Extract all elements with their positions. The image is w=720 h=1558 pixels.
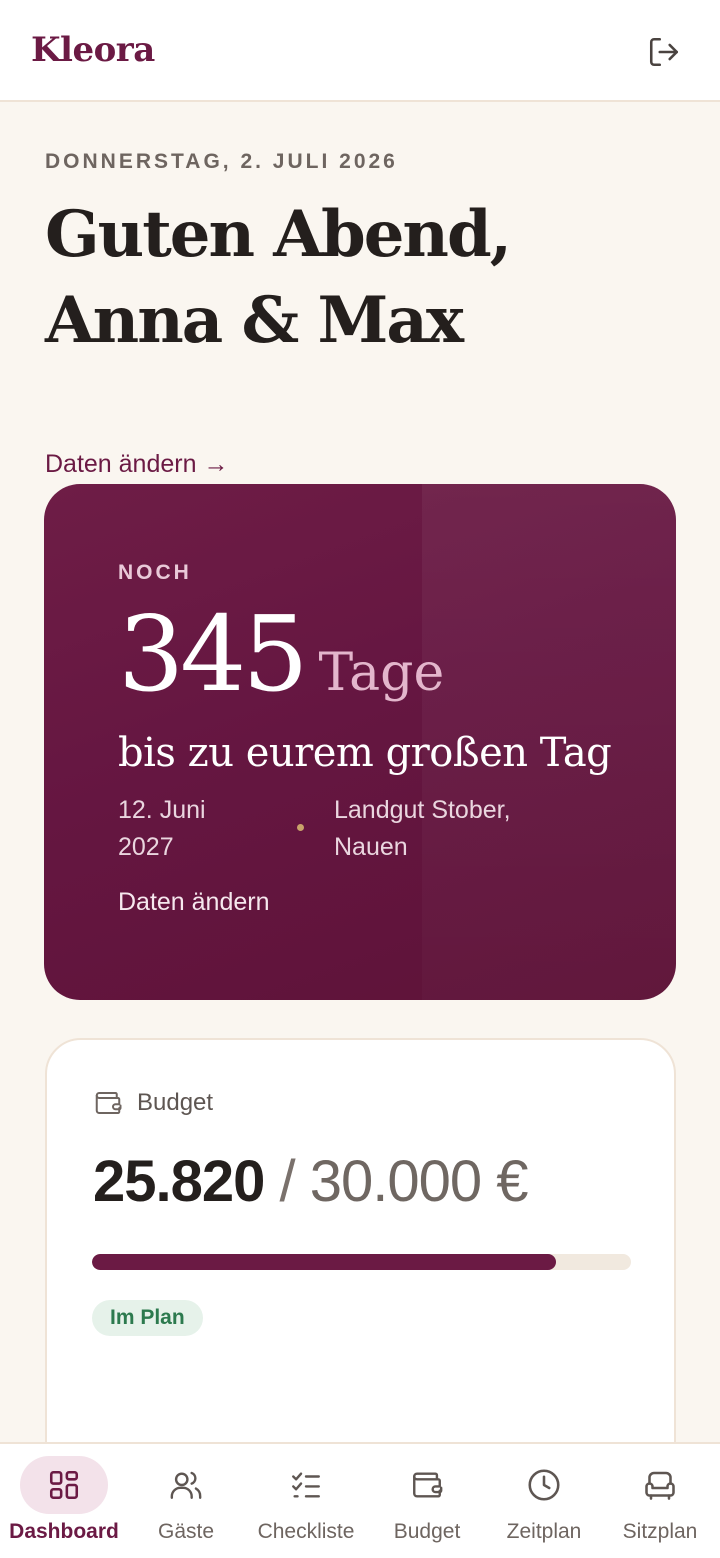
- countdown-unit: Tage: [318, 643, 445, 703]
- nav-label: Budget: [393, 1520, 461, 1543]
- budget-progress-bar: [92, 1254, 631, 1270]
- nav-icon-container: [262, 1456, 350, 1514]
- clock-icon: [528, 1469, 560, 1501]
- countdown-value: 345 Tage: [118, 596, 444, 712]
- wallet-icon: [413, 1472, 443, 1498]
- nav-label: Sitzplan: [622, 1520, 698, 1543]
- countdown-days: 345: [118, 593, 309, 715]
- dashboard-icon: [49, 1470, 79, 1500]
- nav-label: Checkliste: [257, 1520, 355, 1543]
- budget-separator: /: [264, 1149, 310, 1214]
- top-bar: Kleora: [0, 0, 720, 102]
- greeting-title: Guten Abend, Anna & Max: [45, 197, 512, 358]
- budget-total: 30.000 €: [309, 1149, 529, 1214]
- guests-icon: [170, 1471, 202, 1499]
- logout-icon: [649, 37, 679, 67]
- app-screen: Kleora DONNERSTAG, 2. JULI 2026 Guten Ab…: [0, 0, 720, 1558]
- status-badge: Im Plan: [92, 1300, 203, 1336]
- budget-spent: 25.820: [93, 1149, 265, 1214]
- current-date: DONNERSTAG, 2. JULI 2026: [45, 150, 398, 173]
- wedding-location: Landgut Stober, Nauen: [334, 796, 511, 861]
- nav-label: Gäste: [157, 1520, 215, 1543]
- logout-button[interactable]: [644, 32, 684, 72]
- brand-logo[interactable]: Kleora: [31, 30, 155, 70]
- nav-icon-container: [20, 1456, 108, 1514]
- countdown-card: NOCH 345 Tage bis zu eurem großen Tag 12…: [44, 484, 676, 1000]
- nav-label: Dashboard: [9, 1520, 119, 1543]
- budget-header: Budget: [93, 1088, 213, 1118]
- nav-label: Zeitplan: [506, 1520, 582, 1543]
- budget-progress-fill: [92, 1254, 556, 1270]
- countdown-label: NOCH: [118, 561, 192, 584]
- budget-amount: 25.820 / 30.000 €: [93, 1148, 529, 1215]
- bottom-navigation: Dashboard Gäste Checkliste Budget Zeitpl…: [0, 1442, 720, 1558]
- edit-details-button[interactable]: Daten ändern: [118, 888, 270, 917]
- wallet-icon: [95, 1092, 122, 1114]
- nav-schedule[interactable]: Zeitplan: [484, 1444, 604, 1558]
- budget-title: Budget: [137, 1089, 214, 1116]
- edit-details-link[interactable]: Daten ändern →: [45, 450, 228, 479]
- nav-budget[interactable]: Budget: [367, 1444, 487, 1558]
- nav-dashboard[interactable]: Dashboard: [4, 1444, 124, 1558]
- separator-dot: [297, 824, 304, 831]
- nav-guests[interactable]: Gäste: [126, 1444, 246, 1558]
- checklist-icon: [292, 1472, 320, 1498]
- countdown-subtitle: bis zu eurem großen Tag: [118, 730, 612, 776]
- nav-icon-container: [500, 1456, 588, 1514]
- seat-icon: [645, 1471, 675, 1500]
- nav-icon-container: [142, 1456, 230, 1514]
- nav-icon-container: [616, 1456, 704, 1514]
- nav-icon-container: [383, 1456, 471, 1514]
- nav-checklist[interactable]: Checkliste: [246, 1444, 366, 1558]
- nav-seating[interactable]: Sitzplan: [600, 1444, 720, 1558]
- wedding-date: 12. Juni 2027: [118, 796, 206, 861]
- budget-card[interactable]: Budget 25.820 / 30.000 € Im Plan: [45, 1038, 676, 1498]
